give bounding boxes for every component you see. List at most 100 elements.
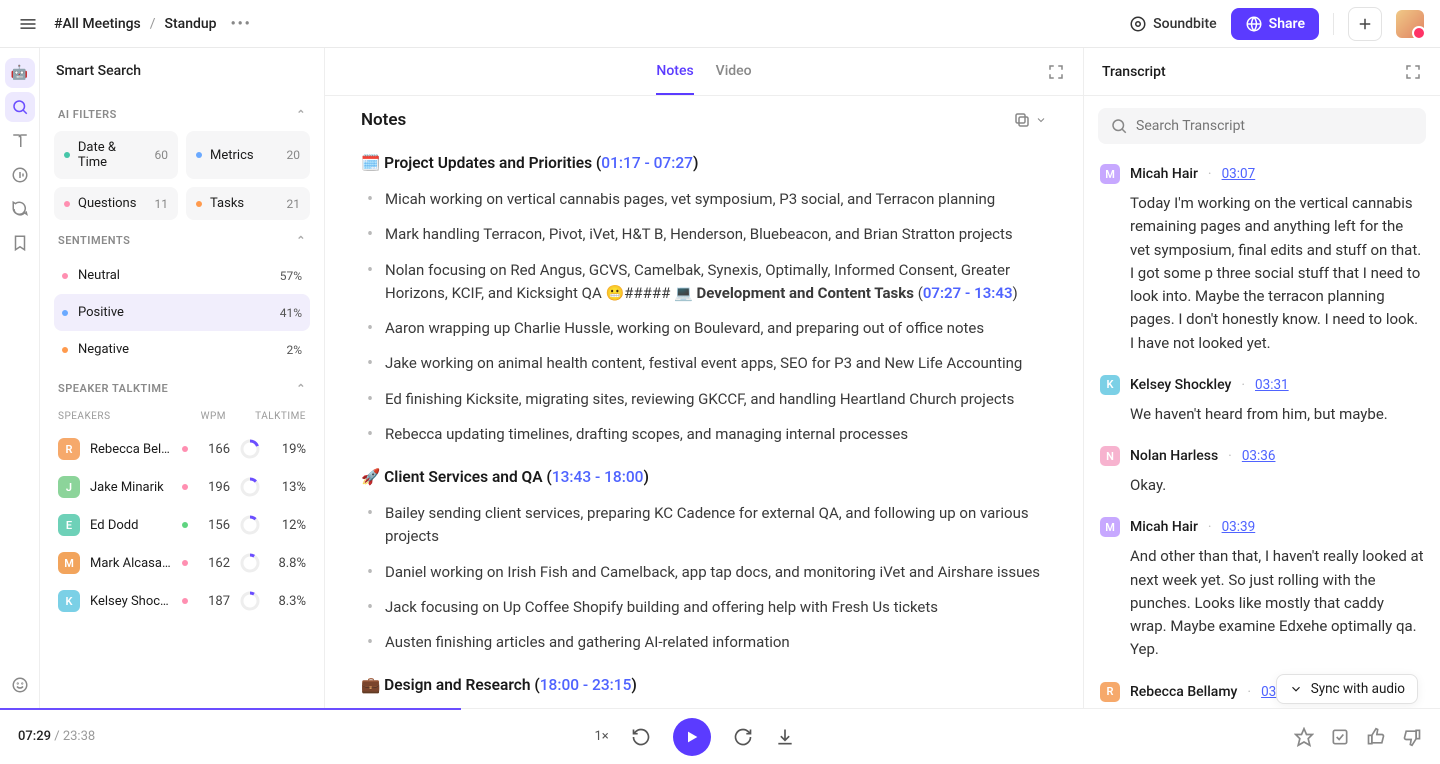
timestamp-link[interactable]: 13:43: [552, 468, 591, 486]
thumbs-down-button[interactable]: [1402, 727, 1422, 747]
transcript-text: And other than that, I haven't really lo…: [1100, 537, 1424, 667]
progress-bar[interactable]: [0, 708, 461, 710]
rail-robot-icon[interactable]: 🤖: [5, 58, 35, 88]
speaker-row[interactable]: E Ed Dodd 156 12%: [54, 506, 310, 544]
speaker-name: Jake Minarik: [90, 480, 172, 495]
tab-notes[interactable]: Notes: [656, 49, 693, 95]
notes-section-title: 🗓️ Project Updates and Priorities (01:17…: [361, 154, 1047, 172]
sentiment-row[interactable]: Positive 41%: [54, 294, 310, 331]
rail-smile-icon[interactable]: [5, 670, 35, 700]
left-panel: Smart Search AI FILTERS ⌃ Date & Time 60…: [40, 48, 325, 708]
expand-icon[interactable]: [1047, 63, 1065, 81]
tab-video[interactable]: Video: [716, 49, 752, 94]
transcript-speaker: Rebecca Bellamy: [1130, 684, 1237, 700]
talktime-donut: [240, 553, 260, 573]
transcript-time[interactable]: 03:36: [1242, 448, 1276, 464]
transcript-speaker: Micah Hair: [1130, 519, 1198, 535]
note-bullet: Daniel working on Irish Fish and Camelba…: [367, 555, 1047, 590]
transcript-search-input[interactable]: [1136, 118, 1414, 134]
talktime-donut: [240, 515, 260, 535]
timestamp-link[interactable]: 07:27: [654, 154, 693, 172]
filter-chip[interactable]: Tasks 21: [186, 187, 310, 220]
timestamp-link[interactable]: 18:00: [604, 468, 643, 486]
chip-label: Tasks: [210, 196, 244, 211]
expand-icon[interactable]: [1404, 63, 1422, 81]
timestamp-link[interactable]: 07:27: [923, 284, 961, 302]
breadcrumb-page[interactable]: Standup: [165, 16, 217, 32]
breadcrumb-sep: /: [150, 16, 156, 32]
chevron-up-icon[interactable]: ⌃: [296, 234, 306, 247]
notes-copy-menu[interactable]: [1013, 111, 1047, 129]
speaker-avatar: M: [1100, 517, 1120, 537]
timestamp-link[interactable]: 23:15: [592, 676, 631, 694]
note-bullet: Rebecca updating timelines, drafting sco…: [367, 417, 1047, 452]
user-avatar[interactable]: [1396, 10, 1424, 38]
top-bar: #All Meetings / Standup ••• Soundbite Sh…: [0, 0, 1440, 48]
chevron-up-icon[interactable]: ⌃: [296, 108, 306, 121]
note-bullet: Aaron wrapping up Charlie Hussle, workin…: [367, 311, 1047, 346]
chip-count: 20: [287, 148, 301, 162]
speaker-row[interactable]: M Mark Alcasabas 162 8.8%: [54, 544, 310, 582]
sentiment-row[interactable]: Neutral 57%: [54, 257, 310, 294]
transcript-time[interactable]: 03:39: [1222, 519, 1256, 535]
rail-bookmark-icon[interactable]: [5, 228, 35, 258]
breadcrumb-root[interactable]: #All Meetings: [54, 16, 141, 32]
timestamp-link[interactable]: 01:17: [601, 154, 640, 172]
speaker-avatar: K: [1100, 375, 1120, 395]
sentiment-pct: 57%: [280, 269, 302, 283]
thumbs-up-button[interactable]: [1366, 727, 1386, 747]
transcript-time[interactable]: 03:07: [1222, 166, 1256, 182]
sentiment-row[interactable]: Negative 2%: [54, 331, 310, 368]
rail-disc-icon[interactable]: [5, 160, 35, 190]
hamburger-icon[interactable]: [16, 12, 40, 36]
note-bullet: Bailey sending client services, preparin…: [367, 496, 1047, 555]
add-button[interactable]: [1348, 7, 1382, 41]
sync-audio-popup[interactable]: Sync with audio: [1276, 674, 1418, 704]
transcript-item: K Kelsey Shockley · 03:31 We haven't hea…: [1100, 365, 1424, 436]
speaker-row[interactable]: J Jake Minarik 196 13%: [54, 468, 310, 506]
talktime-donut: [240, 477, 260, 497]
speaker-row[interactable]: K Kelsey Shockley 187 8.3%: [54, 582, 310, 620]
transcript-speaker: Kelsey Shockley: [1130, 377, 1231, 393]
note-bullet: Jack focusing on Up Coffee Shopify build…: [367, 590, 1047, 625]
rail-book-icon[interactable]: [5, 126, 35, 156]
play-button[interactable]: [673, 718, 711, 756]
checklist-button[interactable]: [1330, 727, 1350, 747]
timestamp-link[interactable]: 18:00: [540, 676, 579, 694]
transcript-text: Today I'm working on the vertical cannab…: [1100, 184, 1424, 361]
transcript-panel: Transcript M Micah Hair · 03:07 Today I'…: [1083, 48, 1440, 708]
speaker-pct: 12%: [270, 518, 306, 533]
speed-button[interactable]: 1×: [594, 729, 608, 744]
chip-label: Metrics: [210, 148, 254, 163]
note-bullet: Nolan focusing on Red Angus, GCVS, Camel…: [367, 253, 1047, 312]
note-bullet: Ed finishing Kicksite, migrating sites, …: [367, 382, 1047, 417]
chevron-up-icon[interactable]: ⌃: [296, 382, 306, 395]
chip-count: 60: [155, 148, 169, 162]
soundbite-label: Soundbite: [1153, 16, 1217, 32]
speaker-row[interactable]: R Rebecca Bellamy 166 19%: [54, 430, 310, 468]
notes-heading: Notes: [361, 110, 406, 130]
share-button[interactable]: Share: [1231, 8, 1319, 40]
speaker-pct: 8.8%: [270, 556, 306, 571]
transcript-search[interactable]: [1098, 108, 1426, 144]
rail-chat-icon[interactable]: [5, 194, 35, 224]
soundbite-button[interactable]: Soundbite: [1129, 15, 1217, 33]
download-button[interactable]: [775, 727, 795, 747]
rail-search-icon[interactable]: [5, 92, 35, 122]
rewind-button[interactable]: [631, 727, 651, 747]
speaker-avatar: K: [58, 590, 80, 612]
speaker-pct: 19%: [270, 442, 306, 457]
talktime-label: SPEAKER TALKTIME ⌃: [54, 368, 310, 405]
speaker-avatar: R: [58, 438, 80, 460]
filter-chip[interactable]: Questions 11: [54, 187, 178, 220]
filter-chip[interactable]: Metrics 20: [186, 131, 310, 179]
breadcrumb: #All Meetings / Standup: [54, 16, 217, 32]
transcript-item: Sync with audio R Rebecca Bellamy · 03:5…: [1100, 672, 1424, 709]
more-menu[interactable]: •••: [231, 16, 252, 32]
sentiment-label: Neutral: [78, 268, 120, 283]
transcript-time[interactable]: 03:31: [1255, 377, 1289, 393]
timestamp-link[interactable]: 13:43: [974, 284, 1012, 302]
forward-button[interactable]: [733, 727, 753, 747]
star-button[interactable]: [1294, 727, 1314, 747]
filter-chip[interactable]: Date & Time 60: [54, 131, 178, 179]
